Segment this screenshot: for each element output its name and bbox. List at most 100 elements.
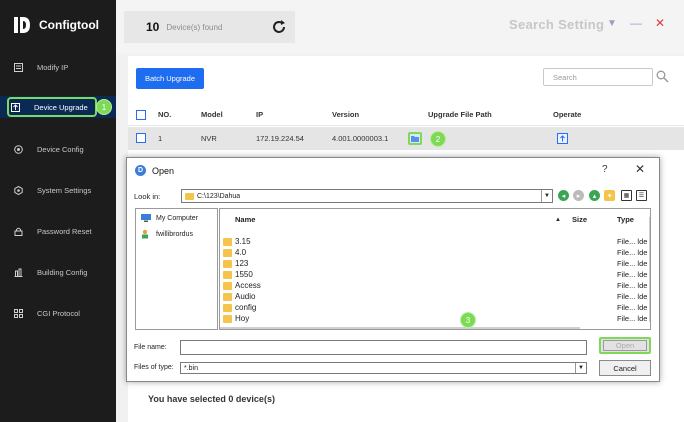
cancel-button[interactable]: Cancel [599,360,651,376]
open-file-dialog: D Open ? ✕ Look in: C:\123\Dahua ▼ ◂ ▸ ▴… [126,157,660,382]
system-settings-icon [13,185,23,195]
app-logo: Configtool [11,14,99,36]
sidebar: Configtool Modify IP Device Upgrade 1 De… [0,0,116,422]
table-row[interactable]: 1 NVR 172.19.224.54 4.001.0000003.1 2 [128,127,684,150]
list-item[interactable]: Audio File... lde [220,292,650,303]
refresh-icon[interactable] [271,19,287,35]
file-type-select[interactable]: *.bin ▼ [180,362,587,374]
sidebar-item-label: Password Reset [37,226,92,236]
help-icon[interactable]: ? [602,164,608,175]
file-name-label: File name: [134,344,167,351]
folder-icon [223,304,232,312]
app-title: Configtool [39,18,99,32]
folder-icon [223,260,232,268]
detail-view-icon[interactable]: ☰ [636,190,647,201]
minimize-icon[interactable]: — [630,16,642,30]
search-input[interactable]: Search [543,68,653,86]
look-in-select[interactable]: C:\123\Dahua ▼ [181,189,553,203]
dialog-close-icon[interactable]: ✕ [635,162,645,176]
top-bar: 10 Device(s) found Search Setting ▼ — ✕ [116,0,684,54]
browse-folder-button[interactable] [408,132,422,145]
upgrade-action-icon[interactable] [557,133,568,144]
folder-icon [185,192,194,200]
look-in-label: Look in: [134,192,161,201]
list-item[interactable]: Access File... lde [220,281,650,292]
building-icon [13,267,23,277]
chevron-down-icon[interactable]: ▼ [541,190,552,202]
sort-up-icon: ▲ [555,217,561,223]
back-icon[interactable]: ◂ [558,190,569,201]
folder-icon [223,238,232,246]
list-item[interactable]: 123 File... lde [220,259,650,270]
computer-icon [141,214,151,222]
select-all-checkbox[interactable] [136,110,146,120]
file-type-label: Files of type: [134,364,174,371]
horizontal-scrollbar[interactable] [220,327,580,329]
list-item[interactable]: Hoy File... lde [220,314,650,325]
cell-model: NVR [201,134,217,143]
dropdown-icon[interactable]: ▼ [607,18,617,29]
list-item[interactable]: 1550 File... lde [220,270,650,281]
device-config-icon [13,144,23,154]
folder-icon [223,293,232,301]
sidebar-item-password-reset[interactable]: Password Reset [0,220,116,242]
col-type[interactable]: Type [617,215,634,224]
look-in-value: C:\123\Dahua [197,192,241,200]
configtool-logo-icon [14,17,30,33]
place-user-home[interactable]: fwillibrordus [140,229,193,239]
device-found-label: Device(s) found [166,22,223,32]
sidebar-item-system-settings[interactable]: System Settings [0,179,116,201]
modify-ip-icon [13,62,23,72]
sidebar-item-label: CGI Protocol [37,308,80,318]
col-no: NO. [158,110,172,119]
new-folder-icon[interactable]: ✦ [604,190,615,201]
list-item[interactable]: config File... lde [220,303,650,314]
search-icon[interactable] [656,70,669,83]
folder-icon [411,136,419,142]
device-count: 10 [146,20,160,34]
search-setting-button[interactable]: Search Setting [509,17,604,32]
open-button[interactable]: Open [599,337,651,354]
col-operate: Operate [553,110,582,119]
dialog-title-bar: D Open [135,165,174,176]
dialog-app-icon: D [135,165,146,176]
sidebar-item-modify-ip[interactable]: Modify IP [0,56,116,78]
vertical-scrollbar[interactable] [649,217,650,322]
table-header: NO. Model IP Version Upgrade File Path O… [128,104,684,126]
row-checkbox[interactable] [136,133,146,143]
device-found-box: 10 Device(s) found [124,11,295,43]
user-folder-icon [142,229,148,239]
selection-summary: You have selected 0 device(s) [148,394,275,404]
sidebar-item-label: Modify IP [37,62,69,72]
cell-no: 1 [158,134,163,143]
sidebar-item-label: Device Config [37,144,84,154]
file-list: Name ▲ Size Type 3.15 File... lde 4.0 File… [219,208,651,330]
dialog-title: Open [152,165,175,176]
step-badge-2: 2 [430,131,446,147]
sidebar-item-label: System Settings [37,185,92,195]
lock-icon [13,226,23,236]
sidebar-item-building-config[interactable]: Building Config [0,261,116,283]
place-my-computer[interactable]: My Computer [140,213,198,223]
col-version: Version [332,110,360,119]
close-icon[interactable]: ✕ [655,16,665,30]
col-size[interactable]: Size [572,215,587,224]
col-name[interactable]: Name [235,215,255,224]
forward-icon[interactable]: ▸ [573,190,584,201]
cell-version: 4.001.0000003.1 [332,134,389,143]
col-model: Model [201,110,223,119]
list-item[interactable]: 4.0 File... lde [220,248,650,259]
file-name-input[interactable] [180,340,587,355]
step-badge-1: 1 [96,99,112,115]
up-folder-icon[interactable]: ▴ [589,190,600,201]
sidebar-item-cgi-protocol[interactable]: CGI Protocol [0,302,116,324]
open-button-label: Open [603,340,647,351]
file-list-header: Name ▲ Size Type [220,209,650,227]
list-view-icon[interactable]: ▦ [621,190,632,201]
batch-upgrade-button[interactable]: Batch Upgrade [136,68,204,89]
sidebar-item-device-config[interactable]: Device Config [0,138,116,160]
grid-icon [13,308,23,318]
list-item[interactable]: 3.15 File... lde [220,237,650,248]
chevron-down-icon[interactable]: ▼ [575,363,586,373]
folder-icon [223,249,232,257]
